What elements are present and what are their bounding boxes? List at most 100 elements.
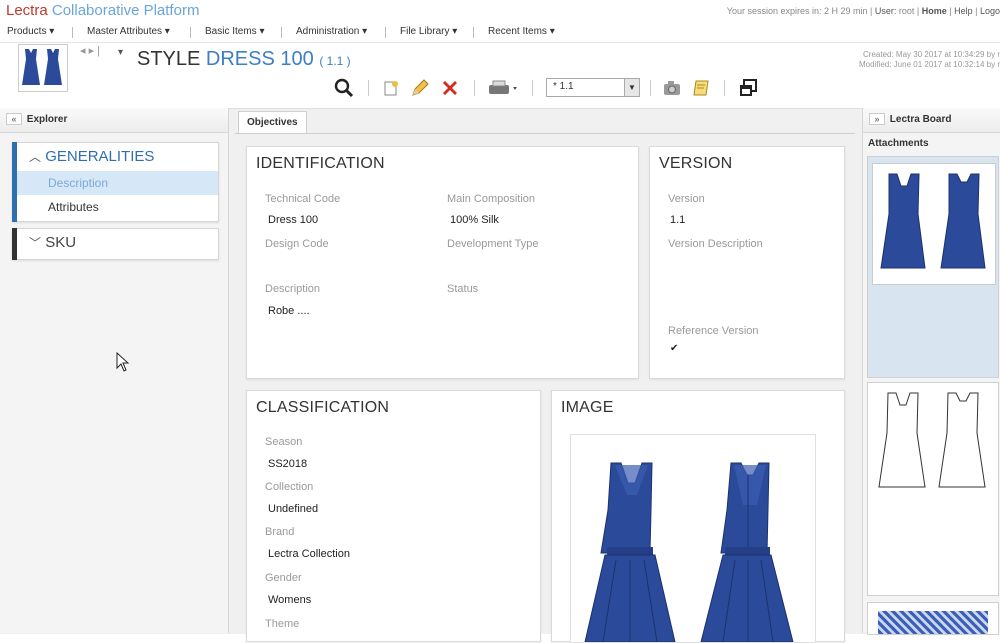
chevron-down-icon: ﹀	[29, 236, 42, 250]
explorer-title: Explorer	[26, 114, 68, 125]
version-card: VERSION Version 1.1 Version Description …	[649, 146, 845, 379]
content-area: Objectives IDENTIFICATION Technical Code…	[235, 108, 855, 643]
chevron-down-icon[interactable]: ▾	[118, 47, 123, 58]
classification-card: CLASSIFICATION Season SS2018 Collection …	[246, 390, 541, 642]
prev-next-arrows[interactable]: ◂ ▸ |	[80, 44, 100, 57]
attachments-header: Attachments	[868, 138, 929, 149]
print-icon[interactable]	[484, 76, 522, 100]
dress-thumbnail-image	[22, 49, 62, 85]
classification-title: CLASSIFICATION	[256, 399, 390, 416]
season-value: SS2018	[268, 458, 308, 470]
technical-code-value: Dress 100	[268, 214, 319, 226]
attachment-item[interactable]	[867, 602, 999, 635]
season-label: Season	[265, 436, 303, 448]
menu-recent-items[interactable]: Recent Items ▾	[488, 26, 555, 37]
board-header: » Lectra Board	[863, 108, 1000, 133]
user-label: User:	[874, 6, 897, 16]
version-select[interactable]: * 1.1 ▼	[546, 78, 640, 97]
new-document-icon[interactable]	[380, 76, 402, 100]
image-card: IMAGE	[551, 390, 845, 643]
version-description-label: Version Description	[668, 238, 763, 250]
toolbar-separator	[532, 80, 533, 96]
version-value: 1.1	[670, 214, 686, 226]
tree-item-attributes[interactable]: Attributes	[13, 195, 218, 219]
top-bar: Lectra Collaborative Platform Your sessi…	[0, 0, 1000, 22]
toolbar-separator	[474, 80, 475, 96]
session-expiry: Your session expires in: 2 H 29 min	[726, 6, 868, 16]
chevron-down-icon[interactable]: ▼	[624, 79, 639, 96]
tree-group-label: SKU	[45, 234, 77, 251]
gender-label: Gender	[265, 572, 302, 584]
brand-sub: Collaborative Platform	[51, 2, 200, 19]
collection-label: Collection	[265, 481, 314, 493]
menu-products[interactable]: Products ▾	[7, 26, 54, 37]
dress-color-thumbnail	[880, 173, 986, 269]
chevron-up-icon: ︿	[29, 150, 42, 164]
tree-item-description[interactable]: Description	[13, 171, 218, 195]
style-name: DRESS 100	[205, 48, 314, 70]
help-link[interactable]: Help	[954, 6, 973, 16]
menu-administration[interactable]: Administration ▾	[296, 26, 367, 37]
toolbar-separator	[368, 80, 369, 96]
menu-separator	[72, 27, 73, 38]
tree-group-label: GENERALITIES	[45, 148, 155, 165]
version-label: Version	[668, 193, 705, 205]
description-label: Description	[265, 283, 321, 295]
created-info: Created: May 30 2017 at 10:34:29 by r	[863, 50, 1000, 59]
search-icon[interactable]	[332, 76, 356, 100]
delete-icon[interactable]	[438, 76, 462, 100]
collapse-left-icon[interactable]: «	[6, 113, 22, 126]
menu-master-attributes[interactable]: Master Attributes ▾	[87, 26, 170, 37]
modified-info: Modified: June 01 2017 at 10:32:14 by r	[859, 60, 1000, 69]
attachment-item[interactable]	[867, 382, 999, 596]
tab-underline	[235, 133, 855, 134]
version-title: VERSION	[659, 155, 733, 172]
mouse-cursor-icon	[116, 352, 130, 372]
main-menu: Products ▾ Master Attributes ▾ Basic Ite…	[0, 22, 1000, 43]
board-title: Lectra Board	[889, 114, 952, 125]
dress-image	[584, 462, 794, 642]
tree-group-sku: ﹀ SKU	[12, 228, 219, 260]
explorer-header: « Explorer	[0, 108, 228, 133]
home-link[interactable]: Home	[922, 6, 947, 16]
technical-code-label: Technical Code	[265, 193, 341, 205]
identification-title: IDENTIFICATION	[256, 155, 385, 172]
logout-link[interactable]: Logo	[980, 6, 1000, 16]
theme-label: Theme	[265, 618, 300, 630]
copy-windows-icon[interactable]	[736, 76, 760, 100]
tab-objectives[interactable]: Objectives	[238, 111, 307, 134]
main-composition-label: Main Composition	[447, 193, 536, 205]
notes-icon[interactable]	[690, 76, 714, 100]
fabric-pattern-thumbnail	[878, 611, 988, 634]
menu-separator	[190, 27, 191, 38]
session-info: Your session expires in: 2 H 29 min | Us…	[726, 6, 1000, 16]
menu-separator	[473, 27, 474, 38]
tree-group-header[interactable]: ﹀ SKU	[13, 229, 218, 257]
identification-card: IDENTIFICATION Technical Code Dress 100 …	[246, 146, 639, 379]
user-name: root	[898, 6, 915, 16]
dress-sketch-thumbnail	[878, 392, 986, 488]
collection-value: Undefined	[268, 503, 319, 515]
design-code-label: Design Code	[265, 238, 329, 250]
tree-group-header[interactable]: ︿ GENERALITIES	[13, 143, 218, 171]
edit-pencil-icon[interactable]	[408, 76, 432, 100]
camera-icon[interactable]	[660, 76, 684, 100]
app-logo: Lectra Collaborative Platform	[6, 2, 199, 19]
version-badge: ( 1.1 )	[319, 54, 351, 68]
menu-basic-items[interactable]: Basic Items ▾	[205, 26, 264, 37]
brand-label: Brand	[265, 526, 295, 538]
gender-value: Womens	[268, 594, 312, 606]
product-image[interactable]	[570, 434, 816, 643]
version-select-value: * 1.1	[553, 81, 574, 92]
tree-group-generalities: ︿ GENERALITIES Description Attributes	[12, 142, 219, 222]
development-type-label: Development Type	[447, 238, 539, 250]
description-value: Robe ....	[268, 305, 310, 317]
style-thumbnail[interactable]	[18, 44, 68, 92]
status-label: Status	[447, 283, 479, 295]
style-prefix: STYLE	[137, 48, 201, 70]
menu-file-library[interactable]: File Library ▾	[400, 26, 457, 37]
page-title: STYLE DRESS 100 ( 1.1 )	[137, 48, 351, 71]
main-composition-value: 100% Silk	[450, 214, 499, 226]
attachment-item[interactable]	[867, 156, 999, 378]
expand-right-icon[interactable]: »	[869, 113, 885, 126]
